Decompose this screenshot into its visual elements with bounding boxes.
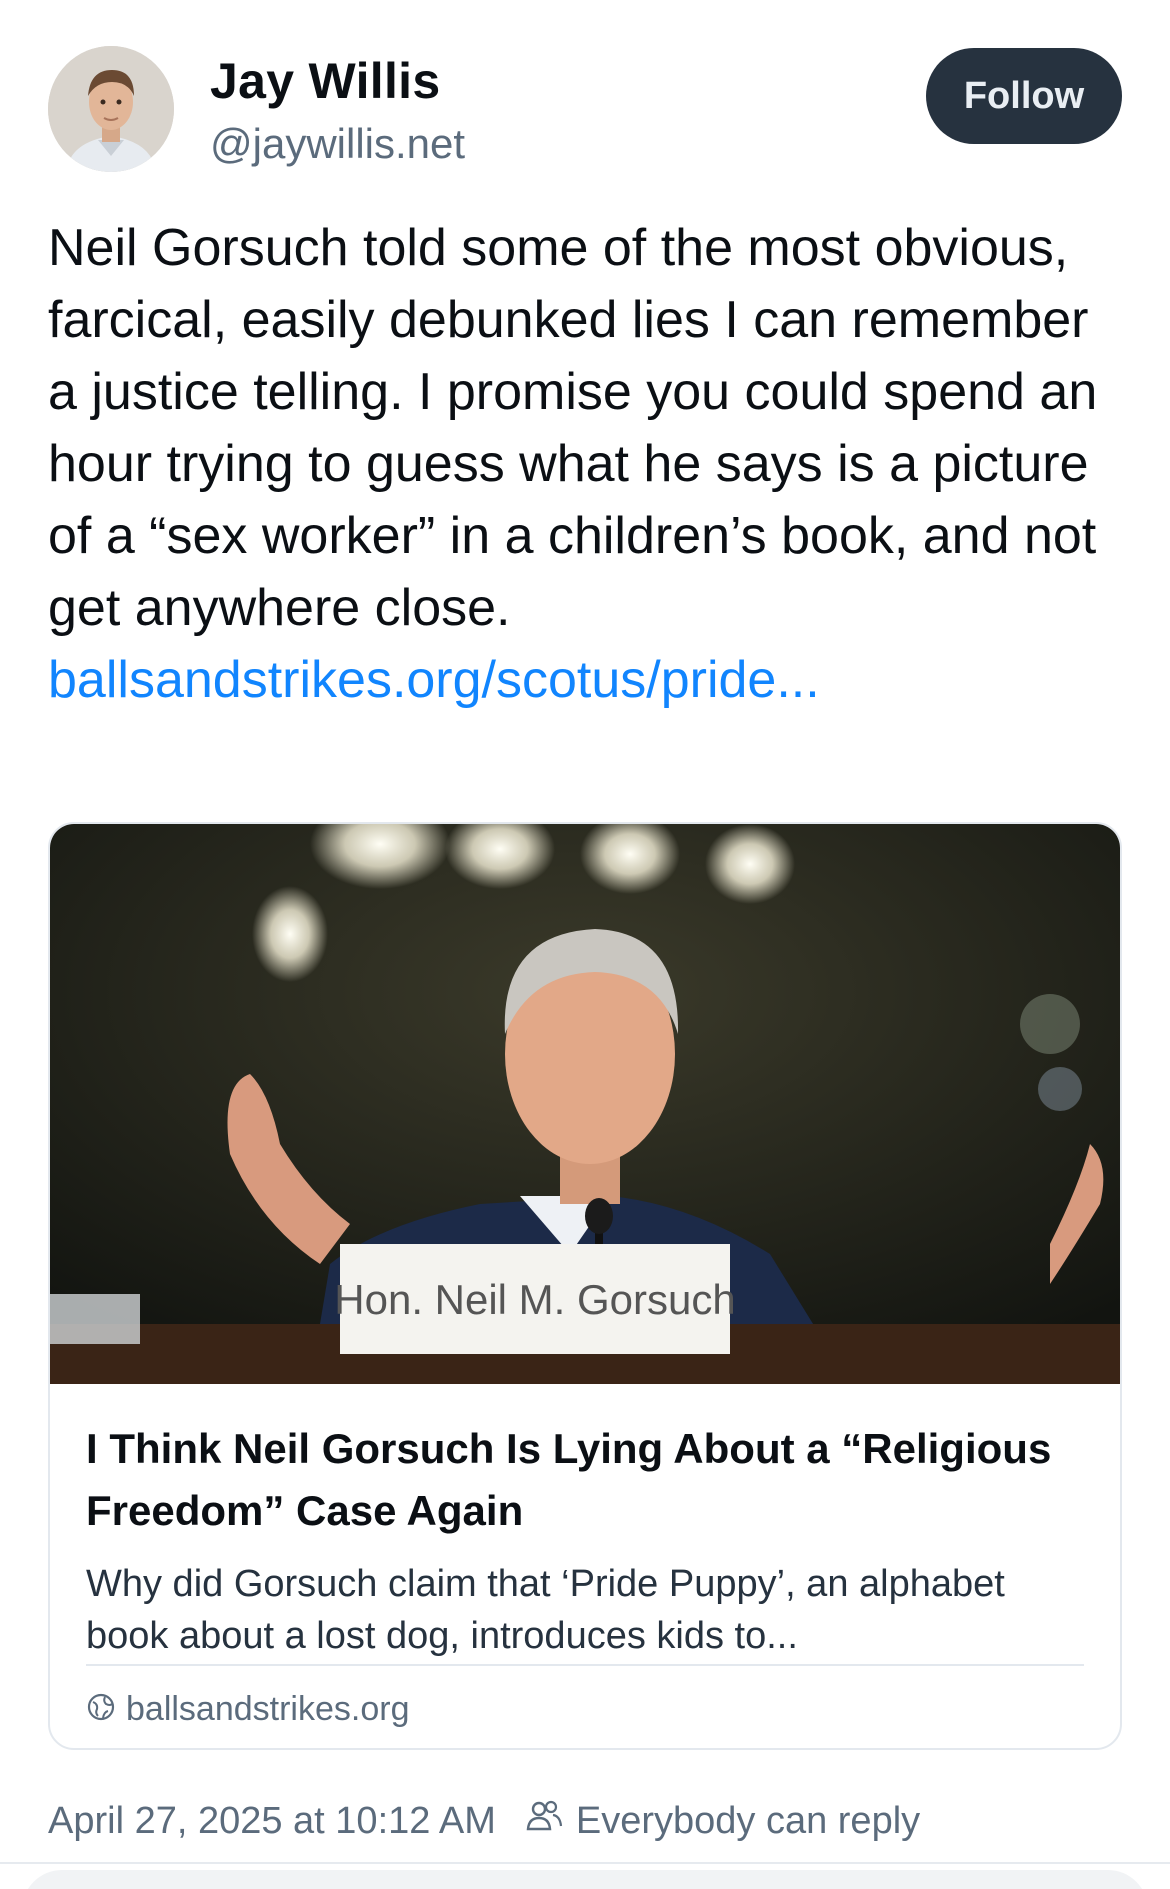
post-detail: Jay Willis @jaywillis.net Follow Neil Go… bbox=[0, 0, 1170, 1889]
post-meta: April 27, 2025 at 10:12 AM Everybody can… bbox=[48, 1796, 920, 1846]
link-card[interactable]: Hon. Neil M. Gorsuch I Think Neil Gorsuc… bbox=[48, 822, 1122, 1750]
reply-setting[interactable]: Everybody can reply bbox=[524, 1796, 920, 1846]
link-card-domain-row: ballsandstrikes.org bbox=[86, 1690, 409, 1729]
author-name[interactable]: Jay Willis bbox=[210, 52, 440, 110]
nameplate-text: Hon. Neil M. Gorsuch bbox=[334, 1276, 735, 1323]
avatar[interactable] bbox=[48, 46, 174, 172]
author-handle[interactable]: @jaywillis.net bbox=[210, 120, 465, 168]
link-card-image: Hon. Neil M. Gorsuch bbox=[50, 824, 1120, 1384]
post-link[interactable]: ballsandstrikes.org/scotus/pride... bbox=[48, 651, 820, 709]
link-card-domain: ballsandstrikes.org bbox=[126, 1690, 410, 1728]
link-card-title[interactable]: I Think Neil Gorsuch Is Lying About a “R… bbox=[86, 1418, 1086, 1542]
post-text: Neil Gorsuch told some of the most obvio… bbox=[48, 212, 1118, 716]
reply-setting-label: Everybody can reply bbox=[575, 1799, 921, 1842]
link-card-description: Why did Gorsuch claim that ‘Pride Puppy’… bbox=[86, 1563, 1005, 1657]
people-icon bbox=[524, 1796, 564, 1846]
link-card-divider bbox=[86, 1664, 1084, 1666]
avatar-photo bbox=[48, 46, 174, 172]
post-timestamp[interactable]: April 27, 2025 at 10:12 AM bbox=[48, 1800, 496, 1843]
reply-composer[interactable] bbox=[22, 1870, 1148, 1889]
follow-button[interactable]: Follow bbox=[926, 48, 1122, 144]
post-body: Neil Gorsuch told some of the most obvio… bbox=[48, 219, 1098, 637]
divider bbox=[0, 1862, 1170, 1864]
globe-icon bbox=[86, 1692, 116, 1727]
